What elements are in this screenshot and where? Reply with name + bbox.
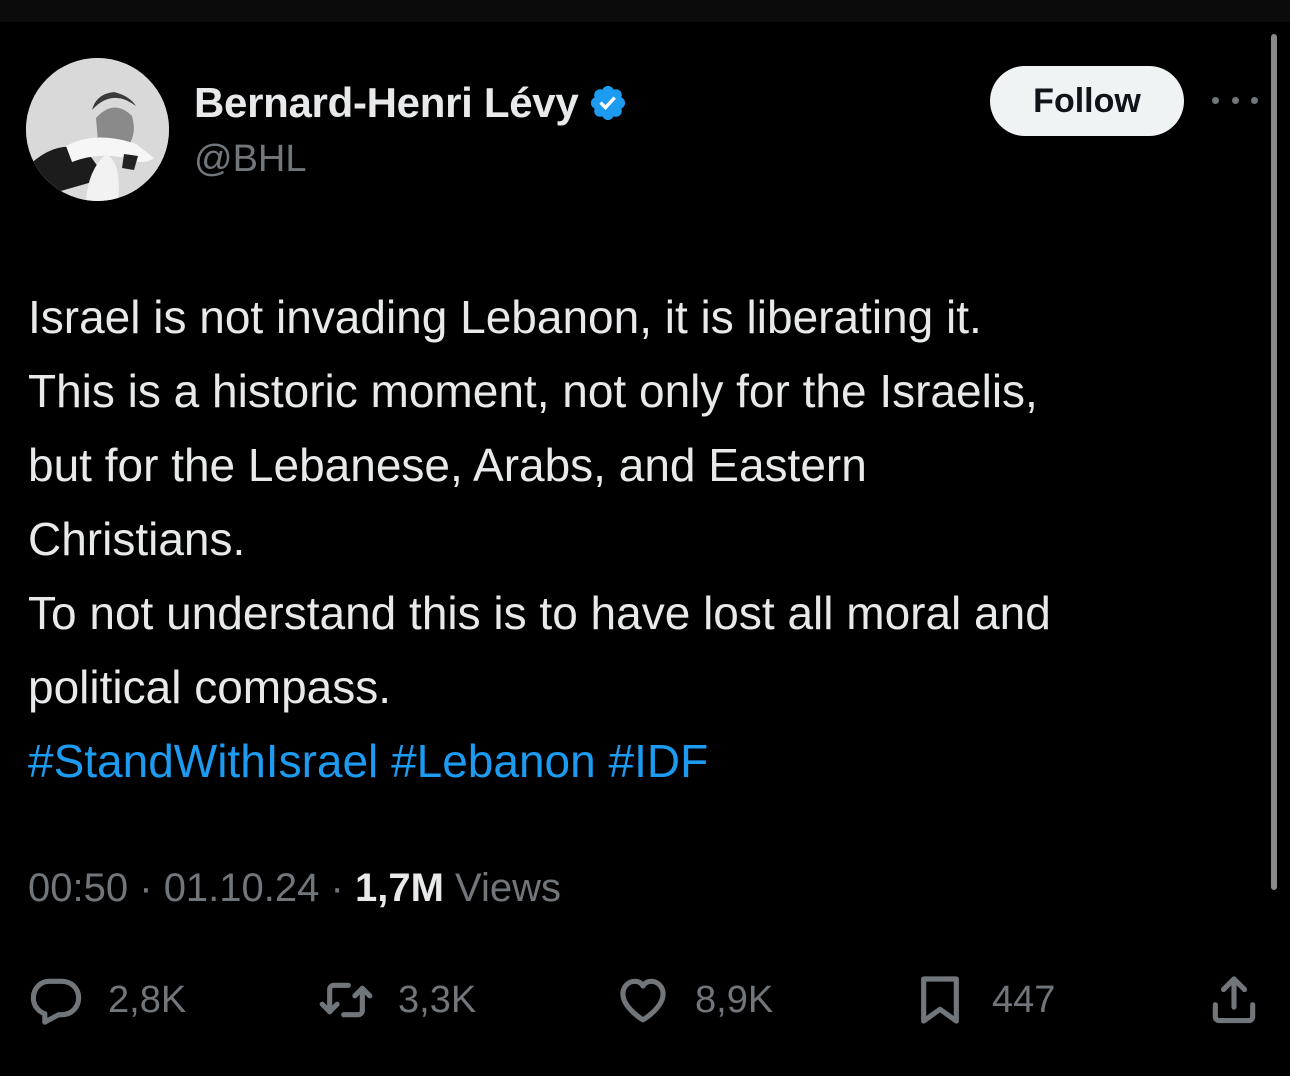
share-icon [1212,976,1256,1024]
reply-button[interactable]: 2,8K [28,970,186,1030]
status-bar [0,0,1290,22]
share-button[interactable] [1206,970,1262,1030]
bookmark-button[interactable]: 447 [912,970,1055,1030]
tweet-time[interactable]: 00:50 [28,866,128,910]
reply-count: 2,8K [108,978,187,1021]
views-label: Views [455,866,562,910]
views-count: 1,7M [354,866,444,910]
tweet-meta: 00:50 · 01.10.24 · 1,7M Views [28,866,561,911]
more-options-icon[interactable] [1212,88,1258,112]
author-handle[interactable]: @BHL [194,138,307,181]
meta-separator: · [330,866,344,910]
tweet-line: political compass. [28,661,392,713]
like-count: 8,9K [695,978,774,1021]
tweet-date[interactable]: 01.10.24 [164,866,320,910]
author-display-name[interactable]: Bernard-Henri Lévy [194,79,579,127]
heart-icon [620,978,666,1023]
bookmark-count: 447 [992,978,1056,1021]
tweet-line: This is a historic moment, not only for … [28,365,1038,417]
tweet-text: Israel is not invading Lebanon, it is li… [28,280,1258,798]
scrollbar[interactable] [1271,34,1277,890]
repost-button[interactable]: 3,3K [318,970,476,1030]
hashtag-link[interactable]: #IDF [609,735,709,787]
repost-count: 3,3K [398,978,477,1021]
hashtag-link[interactable]: #StandWithIsrael [28,735,378,787]
repost-icon [319,982,373,1018]
bookmark-icon [921,976,959,1024]
reply-icon [30,978,82,1025]
tweet-line: but for the Lebanese, Arabs, and Eastern [28,439,867,491]
tweet-line: To not understand this is to have lost a… [28,587,1051,639]
tweet-line: Israel is not invading Lebanon, it is li… [28,291,982,343]
tweet-line: Christians. [28,513,246,565]
verified-badge-icon [591,85,626,121]
avatar-photo [26,58,169,201]
like-button[interactable]: 8,9K [615,970,773,1030]
hashtag-line: #StandWithIsrael #Lebanon #IDF [28,724,1258,798]
avatar[interactable] [26,58,169,201]
author-name-row: Bernard-Henri Lévy [194,76,628,130]
hashtag-link[interactable]: #Lebanon [391,735,596,787]
follow-button[interactable]: Follow [990,66,1184,136]
meta-separator: · [139,866,153,910]
